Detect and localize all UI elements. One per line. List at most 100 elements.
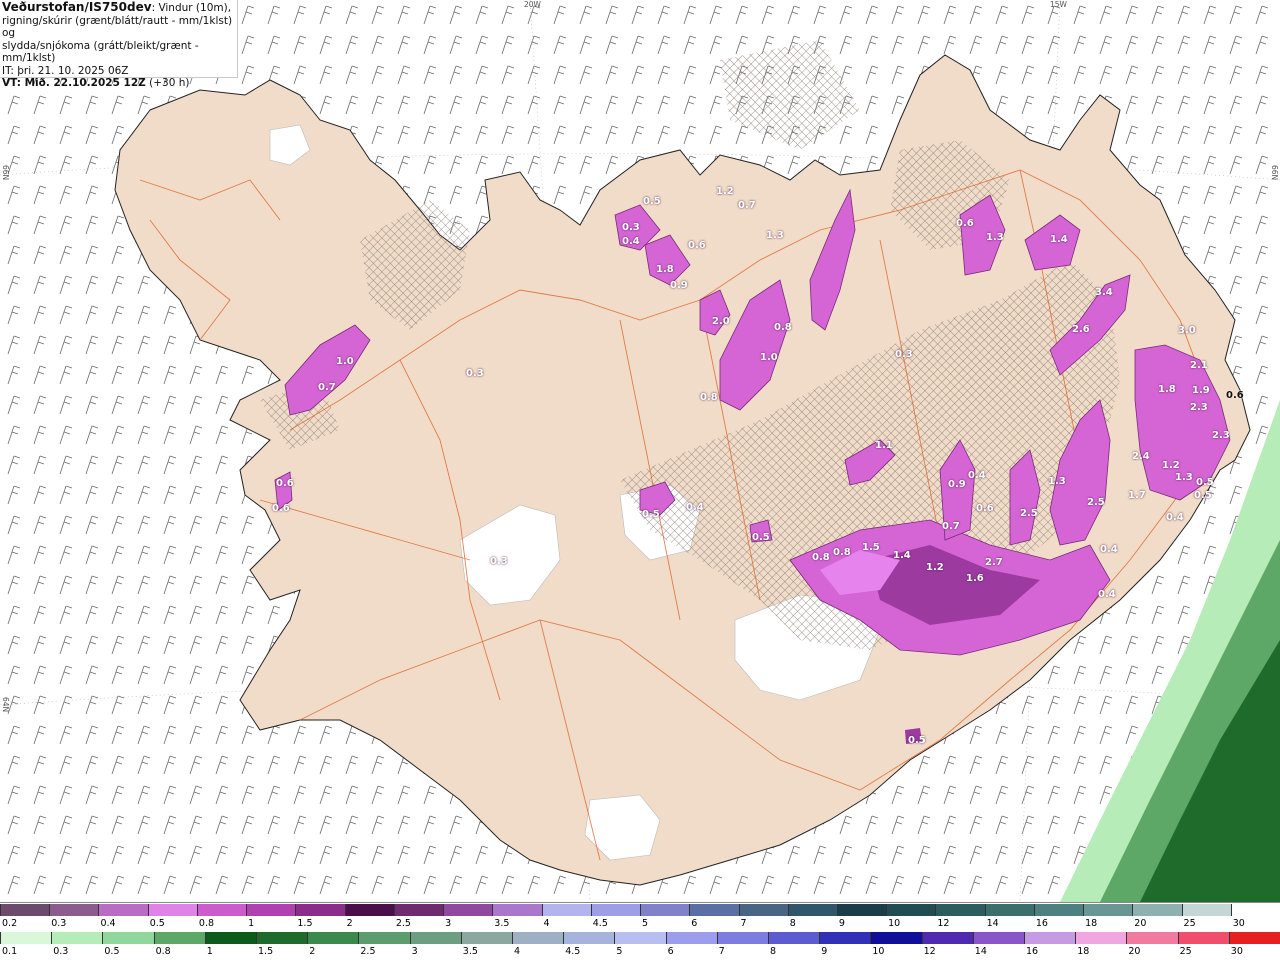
legend-rain-label: 10 <box>872 946 885 957</box>
legend-snow-swatch <box>344 904 394 916</box>
precip-value-label: 0.5 <box>643 196 661 207</box>
legend-snow-swatch <box>935 904 985 916</box>
legend-rain-label: 9 <box>821 946 828 957</box>
info-line-1: Veðurstofan/IS750dev: Vindur (10m), <box>2 1 237 15</box>
precip-value-label: 2.1 <box>1190 360 1208 371</box>
legend-snow-swatch <box>196 904 247 916</box>
precip-value-label: 0.9 <box>948 479 966 490</box>
legend-snow-swatch <box>393 904 444 916</box>
legend-snow-swatch <box>443 904 493 916</box>
legend-snow-label: 0.3 <box>51 918 67 929</box>
precip-value-label: 1.0 <box>760 352 778 363</box>
legend-rain-label: 5 <box>616 946 623 957</box>
precip-value-label: 0.4 <box>1100 544 1118 555</box>
legend-snow-label: 2 <box>346 918 353 929</box>
legend-rain-swatch <box>358 932 410 944</box>
legend-snow-swatch <box>590 904 641 916</box>
legend-rain-swatch <box>870 932 922 944</box>
legend-rain-swatch <box>460 932 513 944</box>
valid-time: VT: Mið. 22.10.2025 12Z <box>2 77 146 89</box>
legend-snow-swatch <box>1083 904 1133 916</box>
legend-snow-label: 8 <box>789 918 796 929</box>
precip-value-label: 0.6 <box>1226 390 1244 401</box>
precip-value-label: 1.4 <box>1050 234 1068 245</box>
lon-label-15w: 15W <box>1050 0 1067 9</box>
legend-rain-label: 1.5 <box>258 946 274 957</box>
legend-rain-swatch <box>256 932 308 944</box>
legend-rain-swatch <box>1024 932 1076 944</box>
legend-snow-label: 0.2 <box>2 918 18 929</box>
precip-value-label: 0.3 <box>895 349 913 360</box>
legend-snow-label: 4 <box>543 918 550 929</box>
precip-value-label: 2.4 <box>1132 451 1150 462</box>
legend-snow-label: 12 <box>937 918 950 929</box>
legend-rain-swatch <box>1177 932 1229 944</box>
legend-rain-label: 6 <box>667 946 674 957</box>
legend-snow-label: 10 <box>888 918 901 929</box>
precip-value-label: 2.5 <box>1020 508 1038 519</box>
legend-snow-label: 25 <box>1183 918 1196 929</box>
legend-snow-swatch <box>984 904 1034 916</box>
weather-map <box>0 0 1280 902</box>
legend-rain-swatch <box>563 932 615 944</box>
precip-value-label: 2.0 <box>712 316 730 327</box>
legend-rain-swatch <box>153 932 205 944</box>
precip-value-label: 2.6 <box>1072 324 1090 335</box>
legend-rain-label: 1 <box>206 946 213 957</box>
legend-snow-label: 14 <box>986 918 999 929</box>
precip-value-label: 0.7 <box>318 382 336 393</box>
legend-snow-label: 18 <box>1085 918 1098 929</box>
legend-rain-label: 2.5 <box>360 946 376 957</box>
precip-value-label: 0.4 <box>686 502 704 513</box>
legend-snow-swatch <box>689 904 739 916</box>
legend-snow-label: 9 <box>838 918 845 929</box>
precip-value-label: 0.6 <box>272 503 290 514</box>
description-line-3: slydda/snjókoma (grátt/bleikt/grænt - mm… <box>2 39 199 65</box>
precip-value-label: 0.4 <box>622 236 640 247</box>
precip-value-label: 0.3 <box>466 368 484 379</box>
precip-value-label: 0.4 <box>1166 512 1184 523</box>
init-time: IT: þri. 21. 10. 2025 06Z <box>2 64 129 77</box>
legend-rain-label: 0.1 <box>2 946 18 957</box>
map-info-panel: Veðurstofan/IS750dev: Vindur (10m), rign… <box>0 0 238 89</box>
legend-rain-swatch <box>1228 932 1280 944</box>
lat-label-66n-left: 66N <box>1 165 10 181</box>
precip-value-label: 3.4 <box>1095 287 1113 298</box>
legend-snow-swatch <box>541 904 591 916</box>
legend-snow-swatch <box>246 904 296 916</box>
precip-value-label: 0.5 <box>752 532 770 543</box>
legend-snow-swatch <box>492 904 542 916</box>
precip-value-label: 0.4 <box>1098 589 1116 600</box>
legend-rain-swatch <box>972 932 1025 944</box>
legend-rain-label: 0.8 <box>155 946 171 957</box>
legend-rain-swatch <box>409 932 461 944</box>
legend-rain-label: 2 <box>309 946 316 957</box>
precip-value-label: 1.8 <box>1158 384 1176 395</box>
legend-rain-label: 12 <box>923 946 936 957</box>
legend-rain-label: 25 <box>1179 946 1192 957</box>
legend-rain-swatch <box>204 932 257 944</box>
precip-value-label: 0.4 <box>968 470 986 481</box>
precip-value-label: 0.6 <box>956 218 974 229</box>
description-line-1: : Vindur (10m), <box>151 2 232 14</box>
legend-rain-swatch <box>0 932 52 944</box>
legend-snow-swatch <box>98 904 148 916</box>
legend-rain-label: 14 <box>974 946 987 957</box>
precip-value-label: 0.5 <box>908 735 926 746</box>
precip-value-label: 0.5 <box>642 509 660 520</box>
precip-value-label: 1.9 <box>1192 385 1210 396</box>
legend-rain-label: 3.5 <box>462 946 478 957</box>
precip-value-label: 0.3 <box>622 222 640 233</box>
precip-value-label: 0.8 <box>700 392 718 403</box>
precip-value-label: 1.8 <box>656 264 674 275</box>
precip-value-label: 1.3 <box>986 232 1004 243</box>
precip-value-label: 1.3 <box>766 230 784 241</box>
legend-snow-label: 16 <box>1035 918 1048 929</box>
legend-rain-swatch <box>768 932 820 944</box>
legend-snow-swatch <box>640 904 690 916</box>
legend-snow-label: 3.5 <box>494 918 510 929</box>
legend-rain-swatch <box>1126 932 1178 944</box>
legend-rain-swatch <box>1075 932 1127 944</box>
legend-rain-swatch <box>307 932 359 944</box>
legend-snow-label: 6 <box>691 918 698 929</box>
